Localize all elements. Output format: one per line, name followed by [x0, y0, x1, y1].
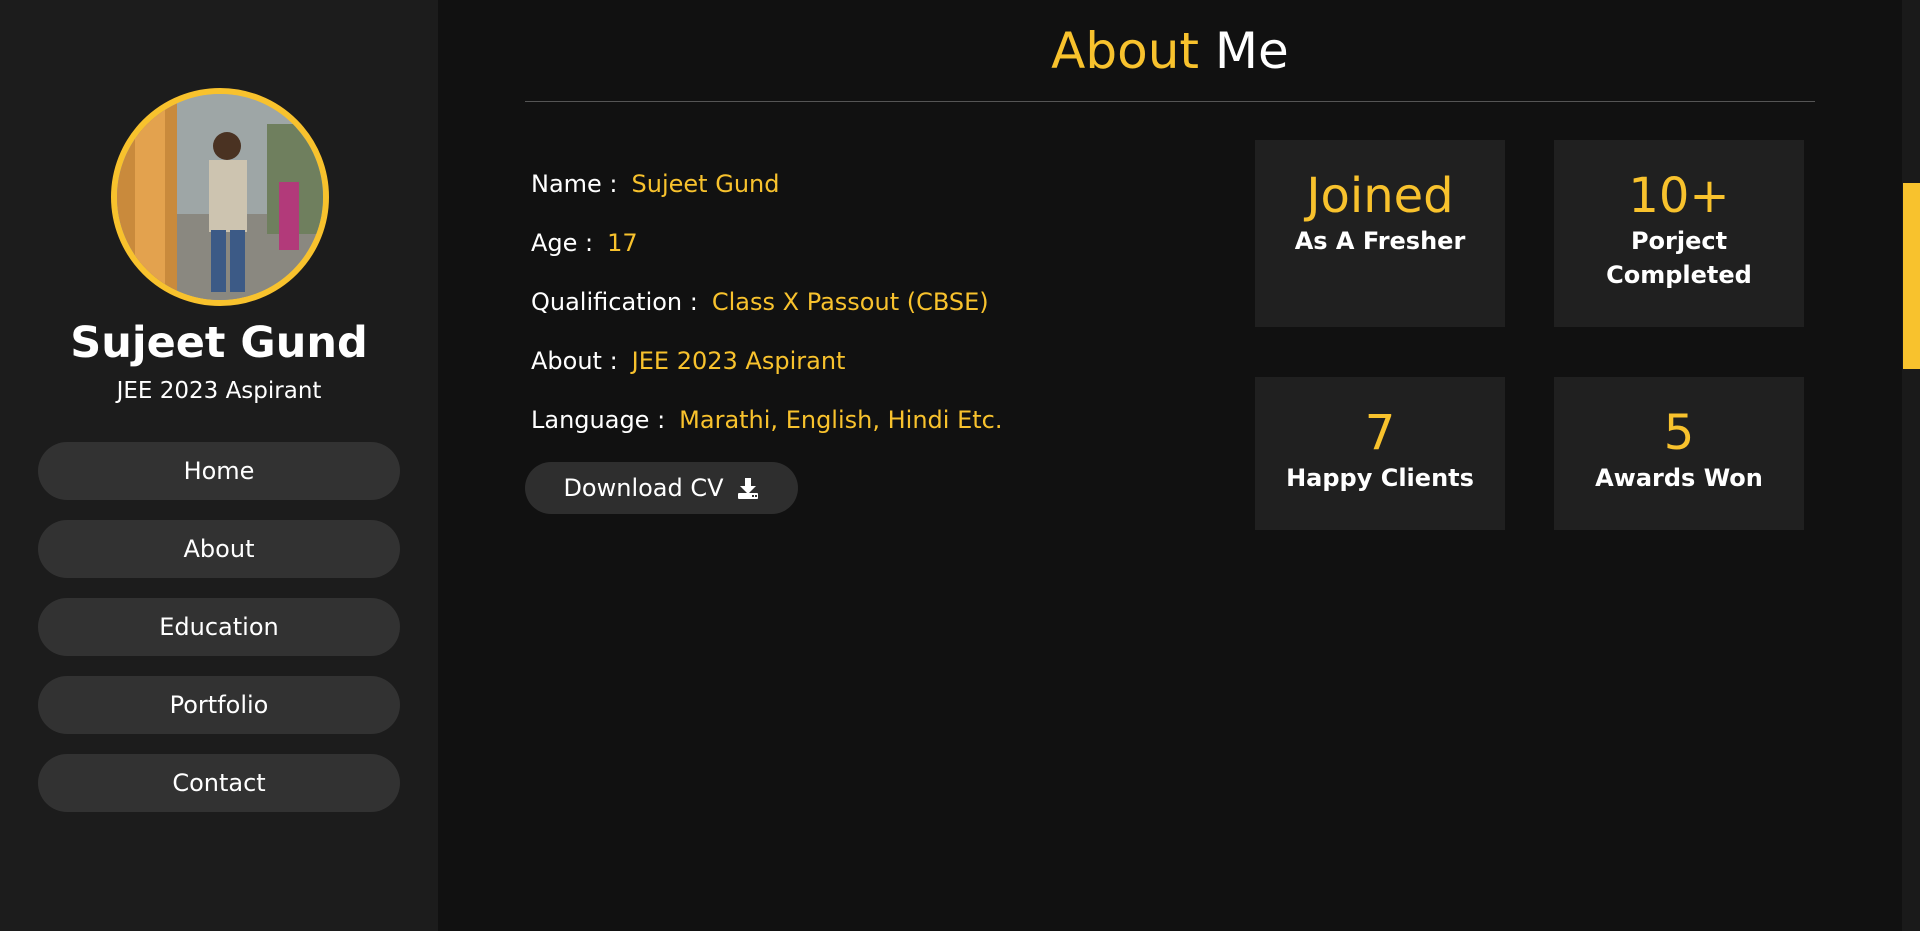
- nav-item-about[interactable]: About: [38, 520, 400, 578]
- nav-item-home[interactable]: Home: [38, 442, 400, 500]
- nav-item-education[interactable]: Education: [38, 598, 400, 656]
- info-label: Age :: [531, 229, 594, 257]
- scrollbar-track[interactable]: [1902, 0, 1920, 931]
- stat-value: Joined: [1306, 168, 1454, 224]
- stat-label-line2: Completed: [1606, 261, 1752, 289]
- stat-card-projects: 10+ Porject Completed: [1554, 140, 1804, 327]
- profile-name: Sujeet Gund: [70, 318, 368, 368]
- stat-value: 5: [1663, 405, 1695, 461]
- download-cv-button[interactable]: Download CV: [525, 462, 798, 514]
- info-value: JEE 2023 Aspirant: [631, 347, 846, 375]
- nav-item-contact[interactable]: Contact: [38, 754, 400, 812]
- stat-label: Awards Won: [1595, 464, 1763, 492]
- stat-label: As A Fresher: [1294, 227, 1466, 255]
- stat-card-awards: 5 Awards Won: [1554, 377, 1804, 530]
- title-divider: [525, 101, 1815, 102]
- stat-value: 7: [1364, 405, 1396, 461]
- info-row-qualification: Qualification : Class X Passout (CBSE): [531, 284, 1002, 343]
- scrollbar-thumb[interactable]: [1903, 183, 1920, 369]
- profile-photo: [117, 94, 323, 300]
- info-label: Qualification :: [531, 288, 698, 316]
- info-row-name: Name : Sujeet Gund: [531, 166, 1002, 225]
- section-title: About Me: [438, 22, 1902, 80]
- stat-label: Happy Clients: [1286, 464, 1474, 492]
- stat-label: Porject: [1630, 227, 1728, 255]
- info-row-age: Age : 17: [531, 225, 1002, 284]
- stat-card-joined: Joined As A Fresher: [1255, 140, 1505, 327]
- download-icon: [736, 476, 760, 500]
- info-label: About :: [531, 347, 618, 375]
- info-row-about: About : JEE 2023 Aspirant: [531, 343, 1002, 402]
- main-content: About Me Name : Sujeet Gund Age : 17 Quali…: [438, 0, 1902, 931]
- sidebar-nav: Home About Education Portfolio Contact: [38, 442, 400, 832]
- profile-avatar: [111, 88, 329, 306]
- section-title-accent: About: [1051, 22, 1199, 80]
- stat-value: 10+: [1628, 168, 1730, 224]
- profile-role: JEE 2023 Aspirant: [116, 378, 322, 404]
- info-label: Language :: [531, 406, 666, 434]
- section-title-rest: Me: [1214, 22, 1289, 80]
- download-cv-label: Download CV: [563, 474, 724, 502]
- info-value: Sujeet Gund: [631, 170, 780, 198]
- info-row-language: Language : Marathi, English, Hindi Etc.: [531, 402, 1002, 461]
- nav-item-portfolio[interactable]: Portfolio: [38, 676, 400, 734]
- personal-info: Name : Sujeet Gund Age : 17 Qualification …: [531, 166, 1002, 461]
- info-label: Name :: [531, 170, 618, 198]
- info-value: Marathi, English, Hindi Etc.: [679, 406, 1003, 434]
- stat-card-clients: 7 Happy Clients: [1255, 377, 1505, 530]
- sidebar: Sujeet Gund JEE 2023 Aspirant Home About…: [0, 0, 438, 931]
- info-value: Class X Passout (CBSE): [711, 288, 989, 316]
- info-value: 17: [607, 229, 638, 257]
